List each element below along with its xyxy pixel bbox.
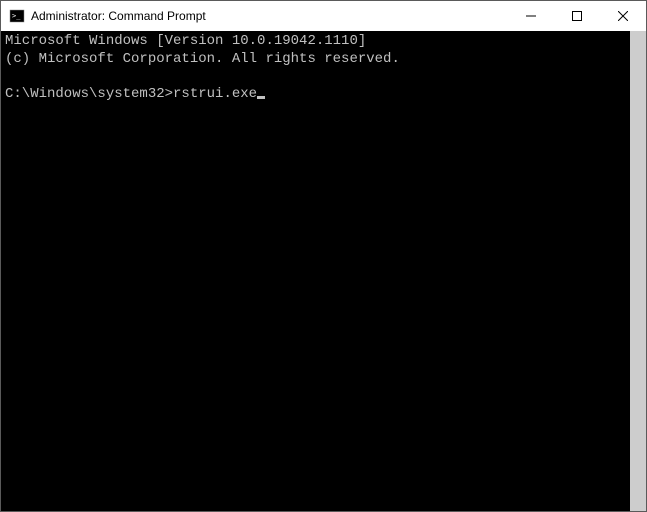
- minimize-button[interactable]: [508, 1, 554, 31]
- copyright-line: (c) Microsoft Corporation. All rights re…: [5, 51, 400, 67]
- vertical-scrollbar[interactable]: [630, 31, 646, 511]
- window-controls: [508, 1, 646, 31]
- maximize-button[interactable]: [554, 1, 600, 31]
- svg-text:>_: >_: [12, 12, 21, 20]
- terminal-area: Microsoft Windows [Version 10.0.19042.11…: [1, 31, 646, 511]
- app-icon: >_: [9, 8, 25, 24]
- terminal-output[interactable]: Microsoft Windows [Version 10.0.19042.11…: [1, 31, 630, 511]
- version-line: Microsoft Windows [Version 10.0.19042.11…: [5, 33, 366, 49]
- cursor: [257, 96, 265, 99]
- window-title: Administrator: Command Prompt: [31, 9, 508, 23]
- command-input: rstrui.exe: [173, 86, 257, 102]
- command-prompt-window: >_ Administrator: Command Prompt Microso…: [0, 0, 647, 512]
- scroll-thumb[interactable]: [630, 31, 646, 511]
- titlebar[interactable]: >_ Administrator: Command Prompt: [1, 1, 646, 31]
- close-button[interactable]: [600, 1, 646, 31]
- prompt-text: C:\Windows\system32>: [5, 86, 173, 102]
